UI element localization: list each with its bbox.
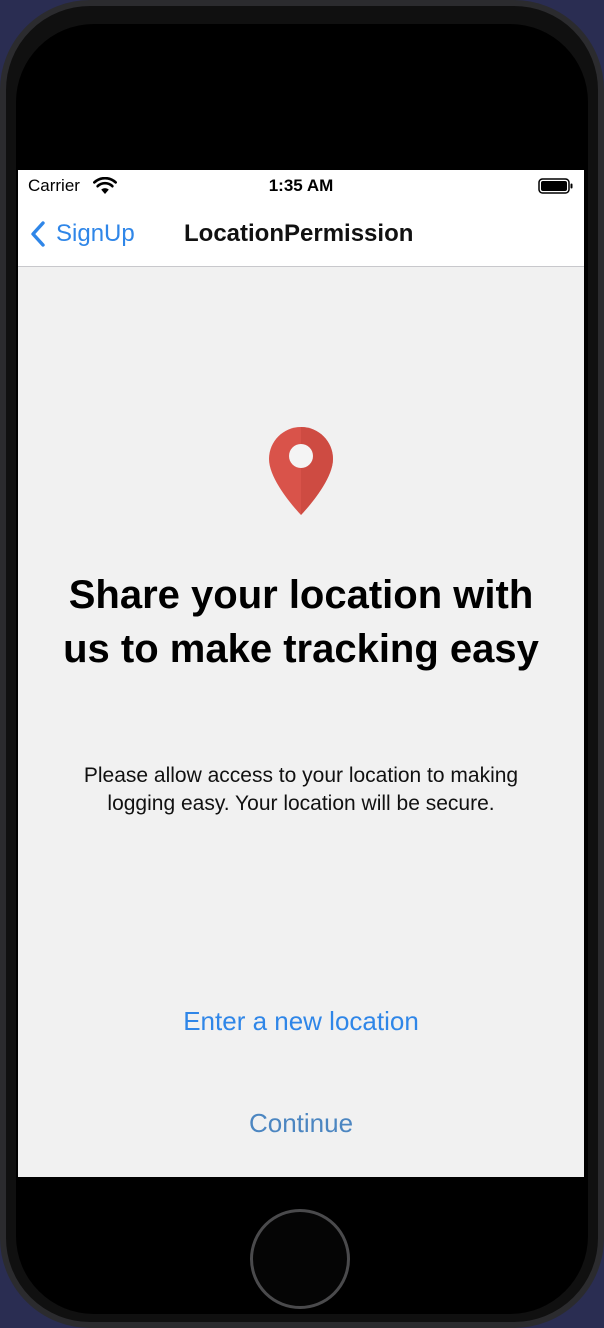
description-text: Please allow access to your location to …: [83, 764, 519, 815]
app-screen: Carrier 1:35 AM SignUp LocationPermissio…: [18, 170, 584, 1177]
back-button-label: SignUp: [56, 220, 135, 247]
battery-icon: [538, 178, 573, 194]
home-button[interactable]: [250, 1209, 350, 1309]
headline: Share your location with us to make trac…: [63, 573, 539, 671]
continue-button[interactable]: Continue: [18, 1108, 584, 1139]
page-title: LocationPermission: [184, 220, 414, 247]
navigation-bar: SignUp LocationPermission: [18, 202, 584, 267]
clock: 1:35 AM: [268, 176, 334, 195]
back-button[interactable]: SignUp: [28, 216, 135, 252]
location-pin-icon: [269, 427, 333, 515]
chevron-left-icon: [31, 221, 45, 247]
status-bar: Carrier 1:35 AM: [18, 170, 584, 202]
enter-new-location-button[interactable]: Enter a new location: [18, 1006, 584, 1037]
